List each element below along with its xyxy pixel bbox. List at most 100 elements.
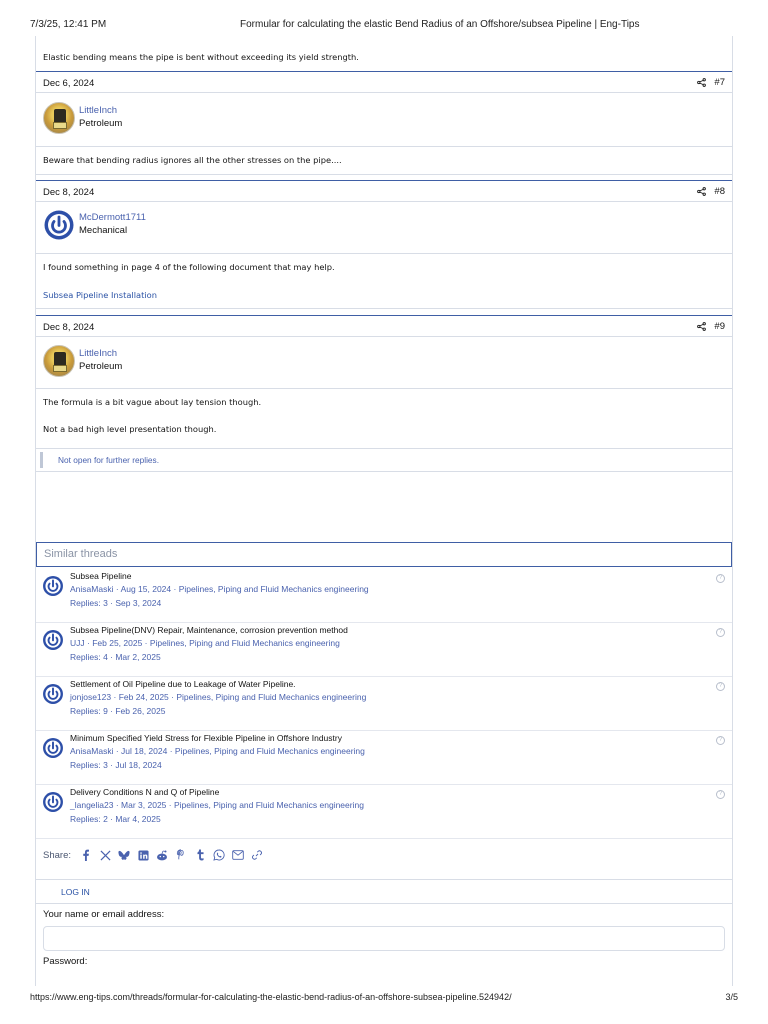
thread-forum[interactable]: Pipelines, Piping and Fluid Mechanics en… [179,584,369,594]
thread-replies: Replies: 2 · Mar 4, 2025 [70,814,161,824]
post-body-text: Elastic bending means the pipe is bent w… [43,52,359,62]
meta-separator: · [142,638,150,648]
thread-forum[interactable]: Pipelines, Piping and Fluid Mechanics en… [175,746,365,756]
tumblr-icon[interactable] [194,848,206,862]
thread-title[interactable]: Minimum Specified Yield Stress for Flexi… [70,733,342,743]
post-header: Dec 6, 2024 #7 [36,71,732,93]
similar-thread-item[interactable]: Delivery Conditions N and Q of Pipeline _… [36,785,732,839]
help-icon[interactable]: ? [716,628,725,637]
divider [36,253,732,254]
thread-author[interactable]: jonjose123 [70,692,111,702]
thread-date: Jul 18, 2024 [121,746,168,756]
thread-author[interactable]: AnisaMaski [70,584,113,594]
avatar[interactable] [42,791,64,813]
divider [36,146,732,147]
help-icon[interactable]: ? [716,682,725,691]
meta-separator: · [113,584,121,594]
thread-meta: jonjose123 · Feb 24, 2025 · Pipelines, P… [70,692,366,702]
post-header: Dec 8, 2024 #8 [36,180,732,202]
email-field[interactable] [43,926,725,951]
thread-title[interactable]: Subsea Pipeline(DNV) Repair, Maintenance… [70,625,348,635]
thread-author[interactable]: _langelia23 [70,800,113,810]
password-field-label: Password: [43,956,88,967]
post-number[interactable]: #7 [714,77,725,88]
avatar[interactable] [43,209,75,241]
divider [36,308,732,309]
avatar[interactable] [42,575,64,597]
post-body-text: The formula is a bit vague about lay ten… [43,397,262,407]
avatar[interactable] [42,629,64,651]
avatar[interactable] [42,737,64,759]
thread-meta: AnisaMaski · Aug 15, 2024 · Pipelines, P… [70,584,369,594]
thread-forum[interactable]: Pipelines, Piping and Fluid Mechanics en… [174,800,364,810]
email-icon[interactable] [232,848,244,862]
reddit-icon[interactable] [156,848,168,862]
x-icon[interactable] [99,848,111,862]
similar-thread-item[interactable]: Settlement of Oil Pipeline due to Leakag… [36,677,732,731]
share-icon[interactable] [697,78,707,87]
power-logo-icon [44,210,74,240]
similar-thread-item[interactable]: Subsea Pipeline AnisaMaski · Aug 15, 2024… [36,569,732,623]
print-page-number: 3/5 [725,992,738,1002]
thread-title[interactable]: Settlement of Oil Pipeline due to Leakag… [70,679,296,689]
login-tab-label[interactable]: LOG IN [61,887,90,897]
name-field-label: Your name or email address: [43,909,165,920]
login-tab[interactable]: LOG IN [36,880,732,904]
print-url: https://www.eng-tips.com/threads/formula… [30,992,512,1002]
thread-author[interactable]: AnisaMaski [70,746,113,756]
thread-forum[interactable]: Pipelines, Piping and Fluid Mechanics en… [176,692,366,702]
meta-separator: · [166,800,174,810]
help-icon[interactable]: ? [716,574,725,583]
thread-forum[interactable]: Pipelines, Piping and Fluid Mechanics en… [150,638,340,648]
facebook-icon[interactable] [80,848,92,862]
share-icon[interactable] [697,322,707,331]
avatar[interactable] [43,102,75,134]
share-label: Share: [43,850,71,861]
pinterest-icon[interactable] [175,848,187,862]
thread-page: Elastic bending means the pipe is bent w… [35,36,733,986]
thread-replies: Replies: 4 · Mar 2, 2025 [70,652,161,662]
similar-threads-title: Similar threads [44,548,118,560]
username[interactable]: LittleInch [79,105,117,116]
post-body-text: I found something in page 4 of the follo… [43,262,335,272]
meta-separator: · [111,692,119,702]
user-title: Petroleum [79,361,123,372]
link-icon[interactable] [251,848,263,862]
similar-threads-heading: Similar threads [36,542,732,567]
thread-title[interactable]: Subsea Pipeline [70,571,131,581]
post-date[interactable]: Dec 8, 2024 [43,322,94,333]
username[interactable]: LittleInch [79,348,117,359]
linkedin-icon[interactable] [137,848,149,862]
thread-meta: _langelia23 · Mar 3, 2025 · Pipelines, P… [70,800,364,810]
divider [36,174,732,175]
bluesky-icon[interactable] [118,848,130,862]
post-date[interactable]: Dec 6, 2024 [43,78,94,89]
similar-thread-item[interactable]: Minimum Specified Yield Stress for Flexi… [36,731,732,785]
post-number[interactable]: #9 [714,321,725,332]
post-body-text: Not a bad high level presentation though… [43,424,217,434]
share-icon[interactable] [697,187,707,196]
help-icon[interactable]: ? [716,790,725,799]
thread-meta: UJJ · Feb 25, 2025 · Pipelines, Piping a… [70,638,340,648]
thread-replies: Replies: 9 · Feb 26, 2025 [70,706,166,716]
thread-date: Feb 24, 2025 [118,692,169,702]
whatsapp-icon[interactable] [213,848,225,862]
post-date[interactable]: Dec 8, 2024 [43,187,94,198]
help-icon[interactable]: ? [716,736,725,745]
avatar[interactable] [42,683,64,705]
thread-meta: AnisaMaski · Jul 18, 2024 · Pipelines, P… [70,746,365,756]
thread-date: Aug 15, 2024 [120,584,172,594]
user-title: Petroleum [79,118,123,129]
thread-title[interactable]: Delivery Conditions N and Q of Pipeline [70,787,219,797]
post-number[interactable]: #8 [714,186,725,197]
print-page-title: Formular for calculating the elastic Ben… [240,19,640,30]
divider [36,388,732,389]
username[interactable]: McDermott1711 [79,212,146,223]
similar-thread-item[interactable]: Subsea Pipeline(DNV) Repair, Maintenance… [36,623,732,677]
thread-date: Mar 3, 2025 [121,800,167,810]
thread-author[interactable]: UJJ [70,638,85,648]
avatar[interactable] [43,345,75,377]
thread-replies: Replies: 3 · Jul 18, 2024 [70,760,162,770]
document-link[interactable]: Subsea Pipeline Installation [43,290,157,300]
thread-date: Feb 25, 2025 [92,638,143,648]
